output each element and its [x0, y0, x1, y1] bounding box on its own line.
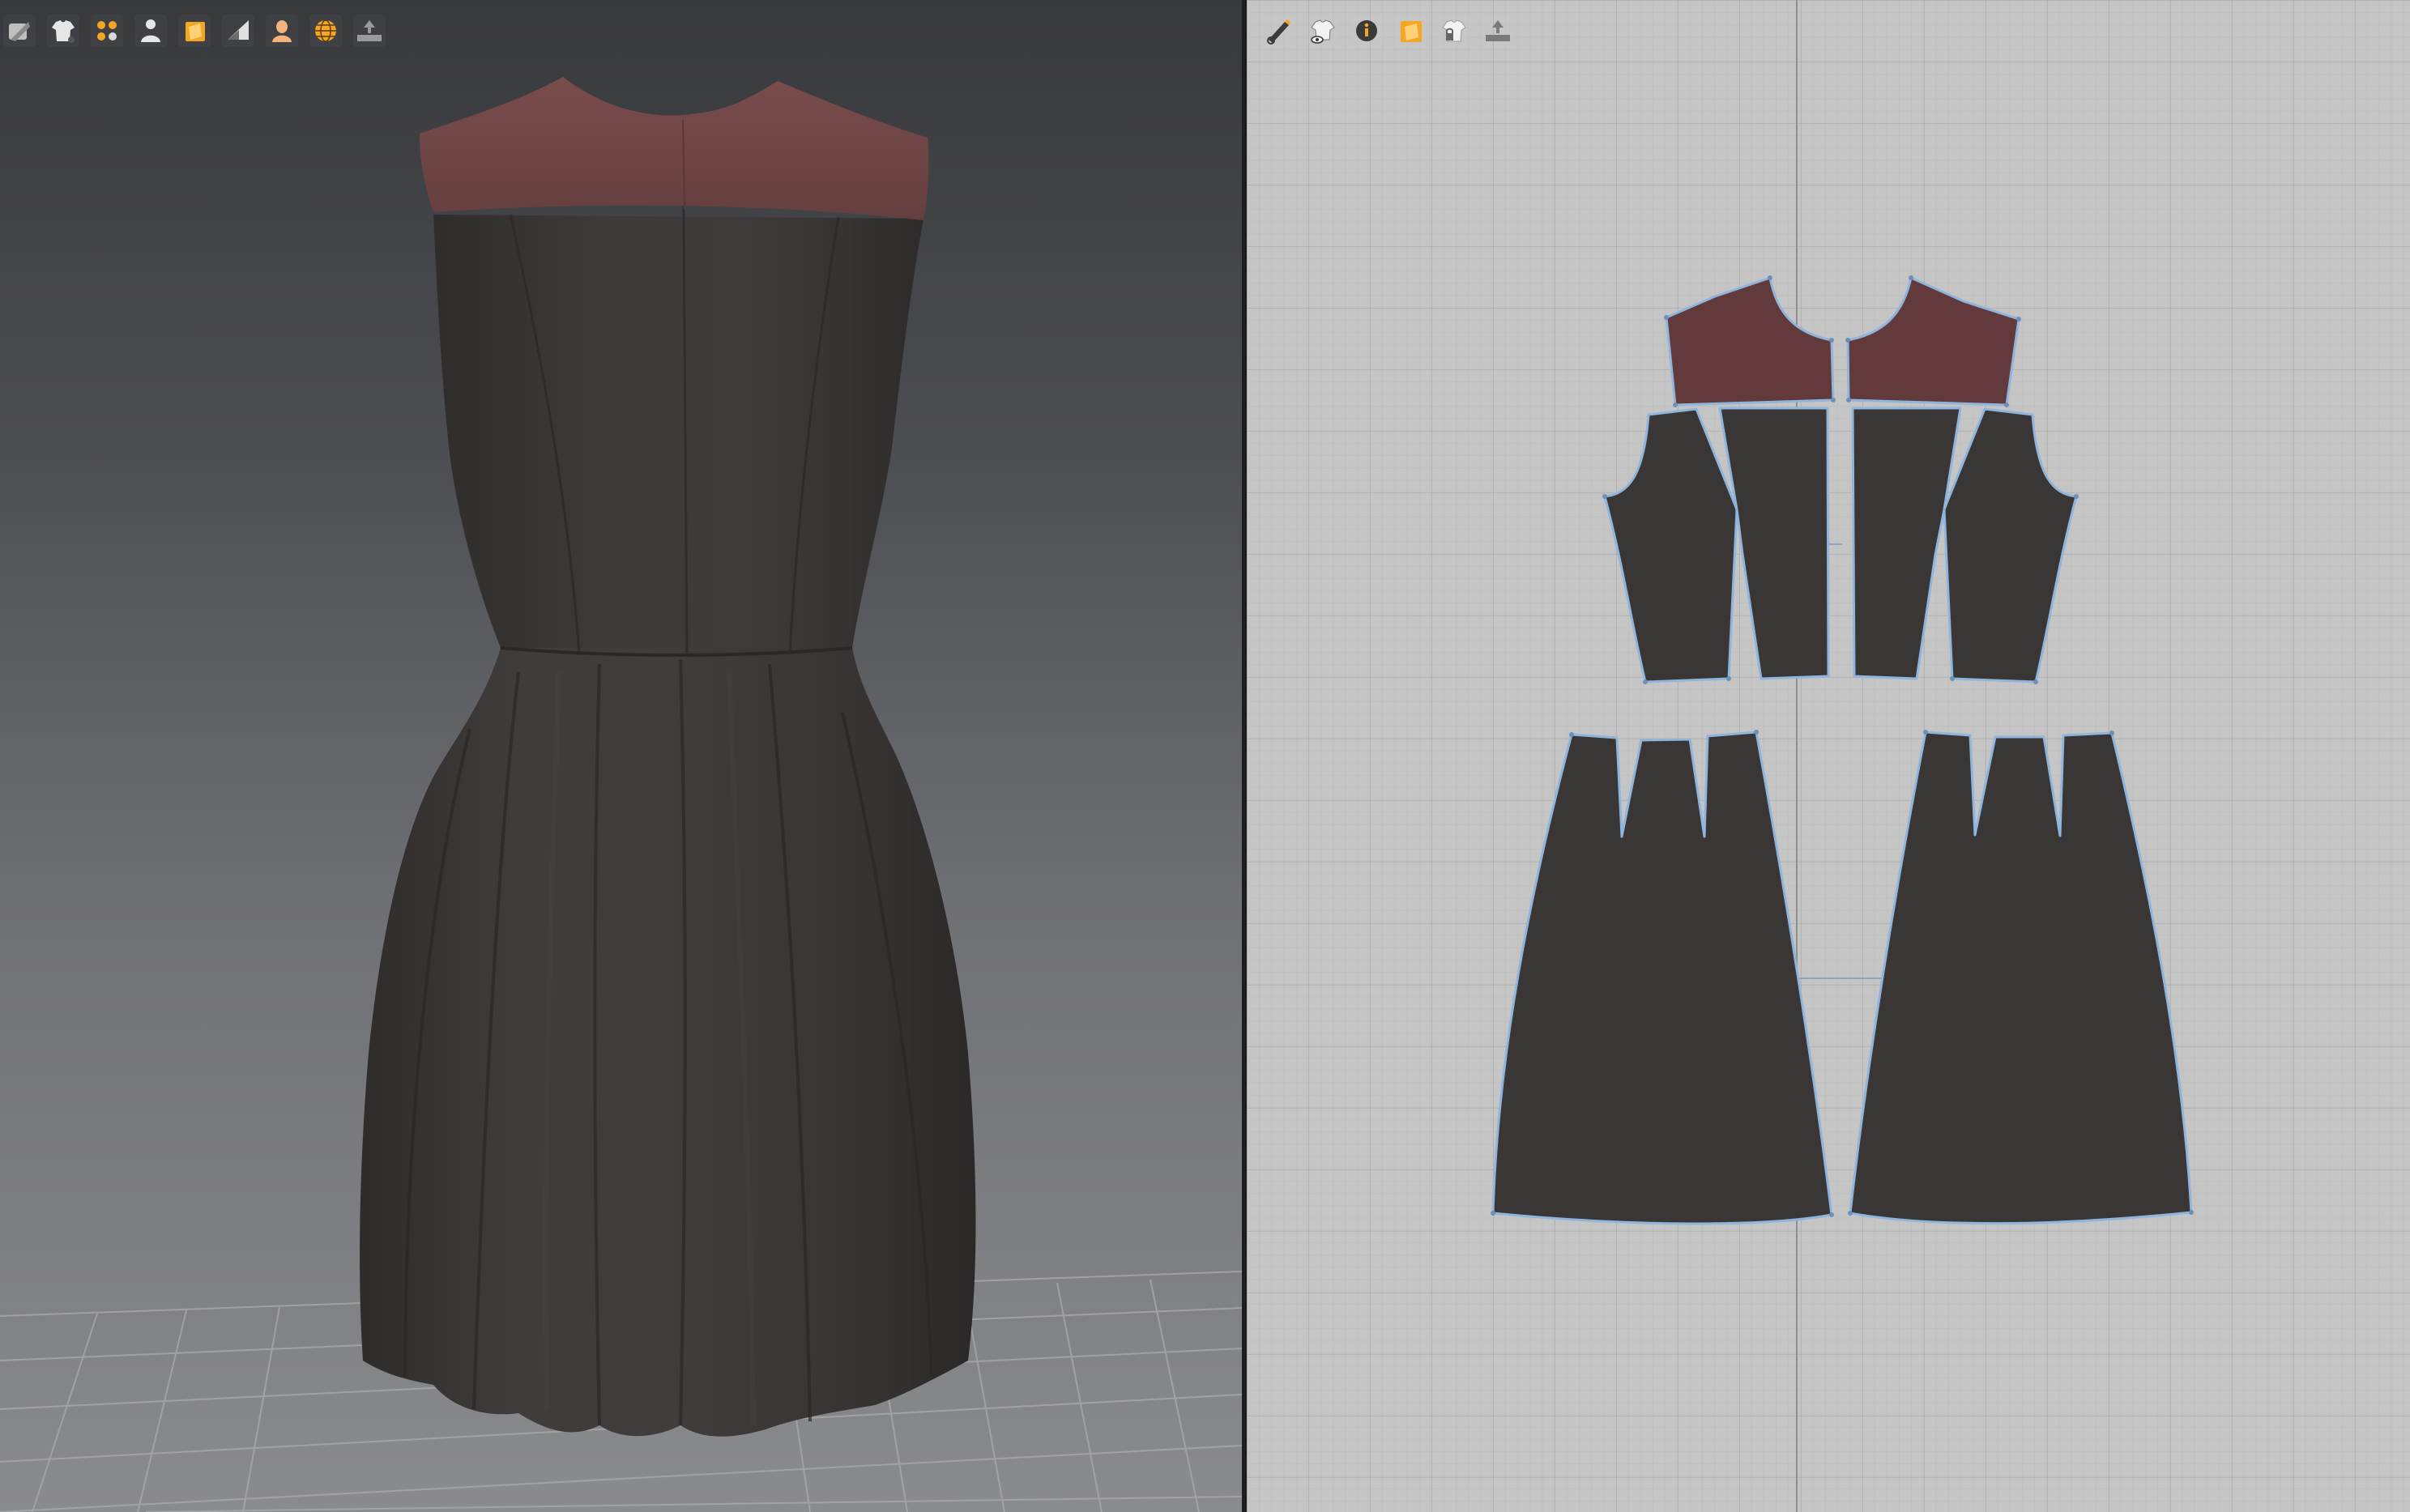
info-icon[interactable]: [1350, 15, 1383, 47]
viewport-3d-toolbar: [3, 15, 386, 47]
texture-view-icon[interactable]: [178, 15, 211, 47]
pattern-piece-bodice-side-left: [1603, 407, 1738, 684]
viewport-2d[interactable]: [1247, 0, 2410, 1512]
pattern-canvas: [1491, 0, 2194, 1512]
viewport-2d-toolbar: [1263, 15, 1514, 47]
pattern-piece-front-yoke-left: [1665, 276, 1835, 407]
edit-pattern-icon[interactable]: [1263, 15, 1295, 47]
dress-bodice: [433, 215, 923, 648]
globe-icon[interactable]: [309, 15, 342, 47]
viewport-3d[interactable]: [0, 0, 1242, 1512]
measure-icon[interactable]: [1482, 15, 1514, 47]
pattern-piece-bodice-center-right: [1851, 407, 1962, 680]
pattern-piece-skirt-left: [1491, 730, 1833, 1225]
garment-view-icon[interactable]: [47, 15, 79, 47]
measure-icon[interactable]: [353, 15, 386, 47]
texture-view-icon[interactable]: [1394, 15, 1427, 47]
garment-visibility-icon[interactable]: [1307, 15, 1339, 47]
dress-skirt: [360, 648, 976, 1437]
pattern-piece-front-yoke-right: [1846, 276, 2020, 407]
render-mode-icon[interactable]: [222, 15, 254, 47]
pattern-piece-skirt-right: [1849, 730, 2193, 1225]
avatar-icon[interactable]: [134, 15, 167, 47]
skin-icon[interactable]: [266, 15, 298, 47]
lock-garment-icon[interactable]: [1438, 15, 1470, 47]
avatar-display-icon[interactable]: [3, 15, 36, 47]
pins-icon[interactable]: [91, 15, 123, 47]
viewport-3d-canvas: [0, 77, 1242, 1512]
dress-yoke: [420, 77, 929, 220]
pattern-piece-bodice-side-right: [1943, 407, 2078, 684]
